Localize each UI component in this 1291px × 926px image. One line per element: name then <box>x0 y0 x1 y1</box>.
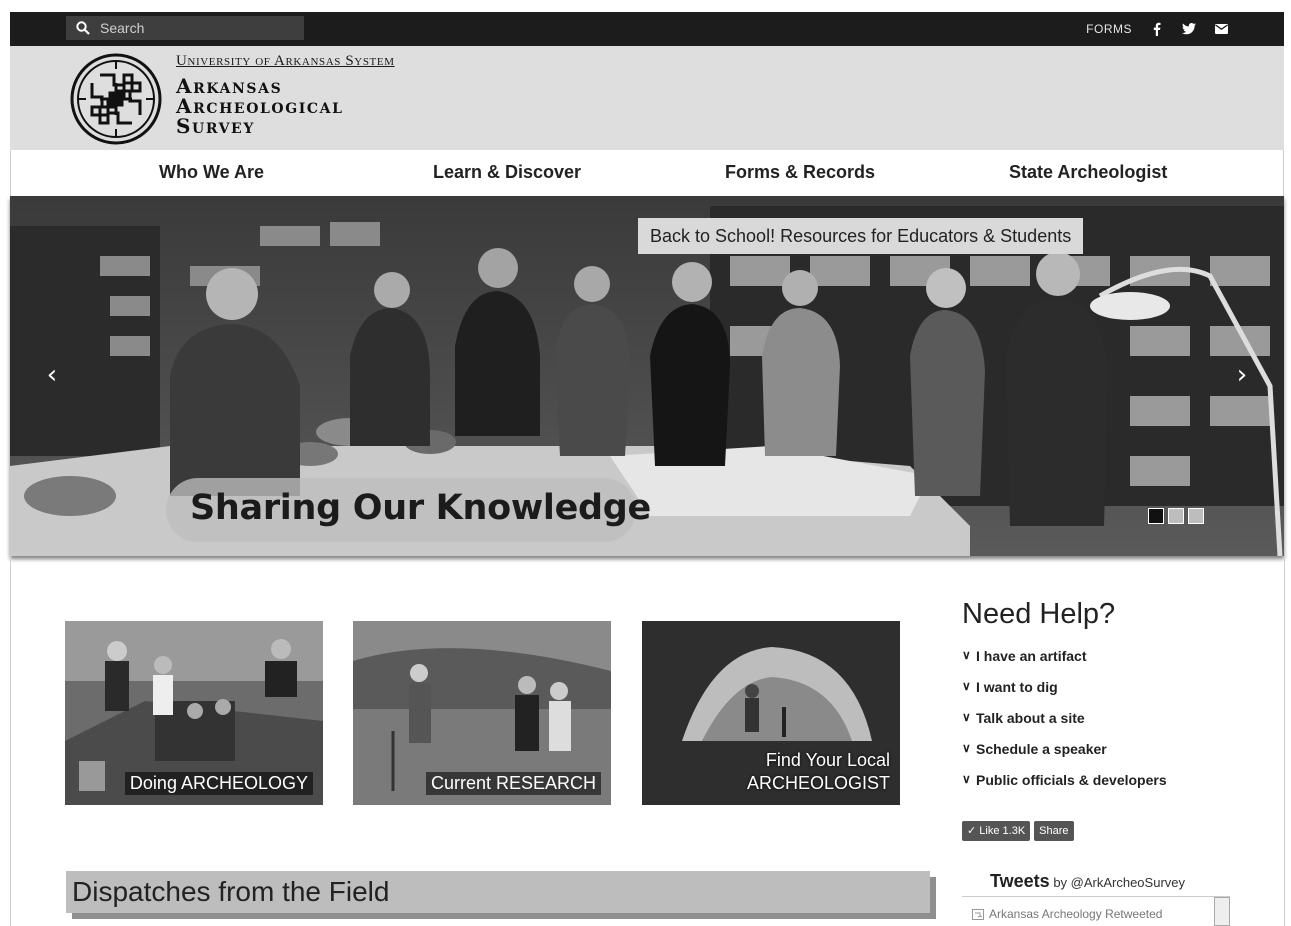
chevron-down-icon: ∨ <box>962 772 971 786</box>
site-title-line: Archeological <box>176 94 344 118</box>
like-count: 1.3K <box>1002 825 1026 837</box>
slide-dot[interactable] <box>1168 508 1184 524</box>
hero-caption-text: Sharing Our Knowledge <box>190 488 651 528</box>
social-buttons: ✓ Like 1.3K Share <box>962 821 1074 841</box>
tile-find-local-archeologist[interactable]: Find Your Local ARCHEOLOGIST <box>642 621 900 805</box>
next-slide-arrow-icon[interactable]: › <box>1232 362 1252 388</box>
email-icon[interactable] <box>1214 22 1228 36</box>
hero-banner-link[interactable]: Back to School! Resources for Educators … <box>638 218 1084 254</box>
help-item-site[interactable]: ∨ Talk about a site <box>962 708 1167 739</box>
search-icon <box>76 21 90 35</box>
tile-label: Find Your Local ARCHEOLOGIST <box>747 749 890 795</box>
help-item-label: I want to dig <box>976 679 1058 695</box>
dispatches-heading-bar: Dispatches from the Field <box>66 871 930 913</box>
site-header: University of Arkansas System Arkansas A… <box>10 46 1284 150</box>
tile-label-line: Find Your Local <box>765 750 890 770</box>
survey-logo[interactable] <box>70 53 162 145</box>
tile-label-line: ARCHEOLOGIST <box>746 773 890 793</box>
slide-indicators <box>1148 508 1204 524</box>
site-title-line: Survey <box>176 114 255 138</box>
top-bar: FORMS <box>10 12 1284 46</box>
site-title[interactable]: Arkansas Archeological Survey <box>176 76 344 136</box>
tile-label: Doing ARCHEOLOGY <box>124 772 313 795</box>
page: FORMS <box>0 0 1291 926</box>
nav-item-state-archeologist[interactable]: State Archeologist <box>1009 162 1167 183</box>
nav-item-forms-records[interactable]: Forms & Records <box>725 162 875 183</box>
help-item-label: Talk about a site <box>976 710 1085 726</box>
tweet-retweet-label: Arkansas Archeology Retweeted <box>989 907 1163 921</box>
search-box[interactable] <box>66 16 304 40</box>
forms-link[interactable]: FORMS <box>1086 22 1132 36</box>
tweets-by: by @ArkArcheoSurvey <box>1053 875 1186 890</box>
prev-slide-arrow-icon[interactable]: ‹ <box>42 362 62 388</box>
system-name[interactable]: University of Arkansas System <box>176 53 395 70</box>
tweets-title: Tweets <box>990 871 1050 891</box>
help-item-dig[interactable]: ∨ I want to dig <box>962 677 1167 708</box>
dispatches-title: Dispatches from the Field <box>72 876 390 907</box>
help-item-officials[interactable]: ∨ Public officials & developers <box>962 770 1167 801</box>
tweets-feed: Arkansas Archeology Retweeted <box>962 896 1230 926</box>
help-list: ∨ I have an artifact ∨ I want to dig ∨ Talk… <box>962 646 1167 801</box>
nav-item-who-we-are[interactable]: Who We Are <box>159 162 264 183</box>
twitter-icon[interactable] <box>1182 22 1196 36</box>
slide-dot[interactable] <box>1188 508 1204 524</box>
like-label: Like <box>979 825 1000 837</box>
tile-current-research[interactable]: Current RESEARCH <box>353 621 611 805</box>
facebook-icon[interactable] <box>1150 22 1164 36</box>
page-border-left <box>10 556 11 926</box>
chevron-down-icon: ∨ <box>962 741 971 755</box>
chevron-down-icon: ∨ <box>962 710 971 724</box>
top-links: FORMS <box>1086 12 1228 46</box>
help-item-label: Schedule a speaker <box>976 741 1107 757</box>
like-button[interactable]: ✓ Like 1.3K <box>962 821 1031 841</box>
chevron-down-icon: ∨ <box>962 648 971 662</box>
help-item-label: Public officials & developers <box>976 772 1167 788</box>
slide-dot[interactable] <box>1148 508 1164 524</box>
hero-caption: Sharing Our Knowledge <box>166 478 651 542</box>
nav-item-learn-discover[interactable]: Learn & Discover <box>433 162 581 183</box>
tweet-item[interactable]: Arkansas Archeology Retweeted <box>972 907 1162 921</box>
help-item-label: I have an artifact <box>976 648 1087 664</box>
site-title-line: Arkansas <box>176 74 283 98</box>
page-border-right <box>1284 556 1285 926</box>
tile-doing-archeology[interactable]: Doing ARCHEOLOGY <box>65 621 323 805</box>
hero-slider[interactable]: Back to School! Resources for Educators … <box>10 196 1284 556</box>
main-nav: Who We Are Learn & Discover Forms & Reco… <box>10 150 1284 196</box>
search-input[interactable] <box>100 18 296 38</box>
tile-label: Current RESEARCH <box>425 772 601 795</box>
help-item-artifact[interactable]: ∨ I have an artifact <box>962 646 1167 677</box>
tweets-scrollbar[interactable] <box>1214 897 1230 926</box>
need-help-heading: Need Help? <box>962 598 1116 630</box>
retweet-icon <box>972 908 984 920</box>
share-button[interactable]: Share <box>1034 821 1074 841</box>
chevron-down-icon: ∨ <box>962 679 971 693</box>
tweets-header[interactable]: Tweets by @ArkArcheoSurvey <box>990 871 1185 892</box>
help-item-speaker[interactable]: ∨ Schedule a speaker <box>962 739 1167 770</box>
